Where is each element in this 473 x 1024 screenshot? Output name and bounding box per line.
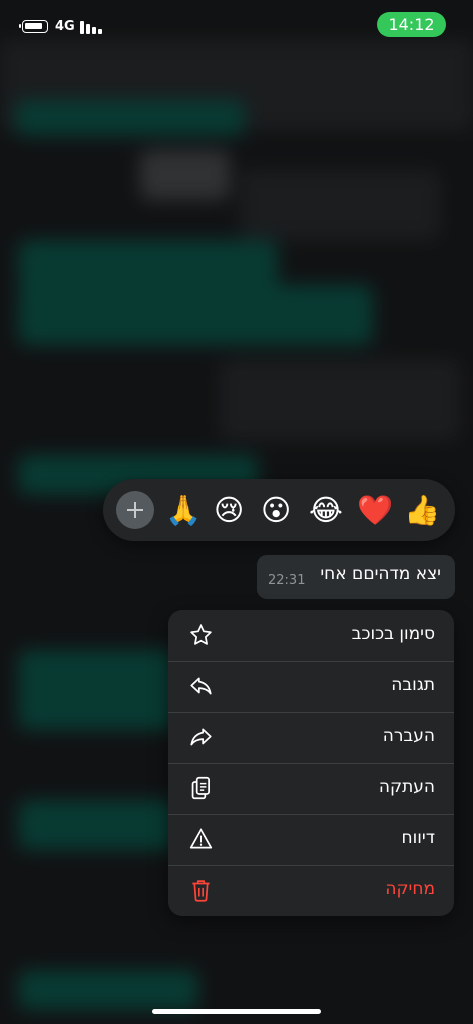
copy-icon bbox=[191, 776, 210, 800]
add-reaction-button[interactable] bbox=[116, 491, 154, 529]
reaction-bar: 🙏 😢 😮 😂 ❤️ 👍 bbox=[103, 479, 455, 541]
menu-item-delete[interactable]: מחיקה bbox=[168, 865, 454, 916]
status-bar: 4G 14:12 bbox=[0, 0, 473, 48]
menu-item-reply[interactable]: תגובה bbox=[168, 661, 454, 713]
surprised-emoji[interactable]: 😮 bbox=[261, 491, 291, 529]
signal-icon bbox=[80, 20, 102, 34]
message-text: יצא מדהיםם אחי bbox=[320, 564, 441, 584]
menu-item-label: סימון בכוכב bbox=[351, 624, 435, 644]
warning-icon bbox=[189, 828, 213, 849]
menu-item-star[interactable]: סימון בכוכב bbox=[168, 610, 454, 662]
menu-item-label: מחיקה bbox=[385, 879, 435, 899]
forward-icon bbox=[190, 728, 212, 746]
crying-emoji[interactable]: 😢 bbox=[214, 491, 244, 529]
menu-item-label: העברה bbox=[382, 726, 435, 746]
reply-icon bbox=[190, 677, 212, 695]
trash-icon bbox=[192, 880, 210, 902]
menu-item-report[interactable]: דיווח bbox=[168, 814, 454, 866]
home-indicator[interactable] bbox=[152, 1009, 321, 1014]
message-context-menu: סימון בכוכב תגובה העברה העתקה דיווח מחיק… bbox=[168, 610, 454, 916]
tears-of-joy-emoji[interactable]: 😂 bbox=[309, 491, 343, 529]
menu-item-forward[interactable]: העברה bbox=[168, 712, 454, 764]
star-icon bbox=[190, 624, 212, 645]
thumbs-up-emoji[interactable]: 👍 bbox=[404, 491, 440, 529]
folded-hands-emoji[interactable]: 🙏 bbox=[165, 491, 201, 529]
menu-item-label: תגובה bbox=[391, 675, 435, 695]
menu-item-label: העתקה bbox=[378, 777, 435, 797]
message-bubble[interactable]: יצא מדהיםם אחי 22:31 bbox=[257, 555, 455, 599]
red-heart-emoji[interactable]: ❤️ bbox=[357, 491, 393, 529]
menu-item-copy[interactable]: העתקה bbox=[168, 763, 454, 815]
message-time: 22:31 bbox=[268, 573, 306, 588]
status-time[interactable]: 14:12 bbox=[377, 12, 446, 37]
network-type: 4G bbox=[55, 19, 75, 34]
menu-item-label: דיווח bbox=[401, 828, 435, 848]
battery-icon bbox=[19, 20, 48, 33]
